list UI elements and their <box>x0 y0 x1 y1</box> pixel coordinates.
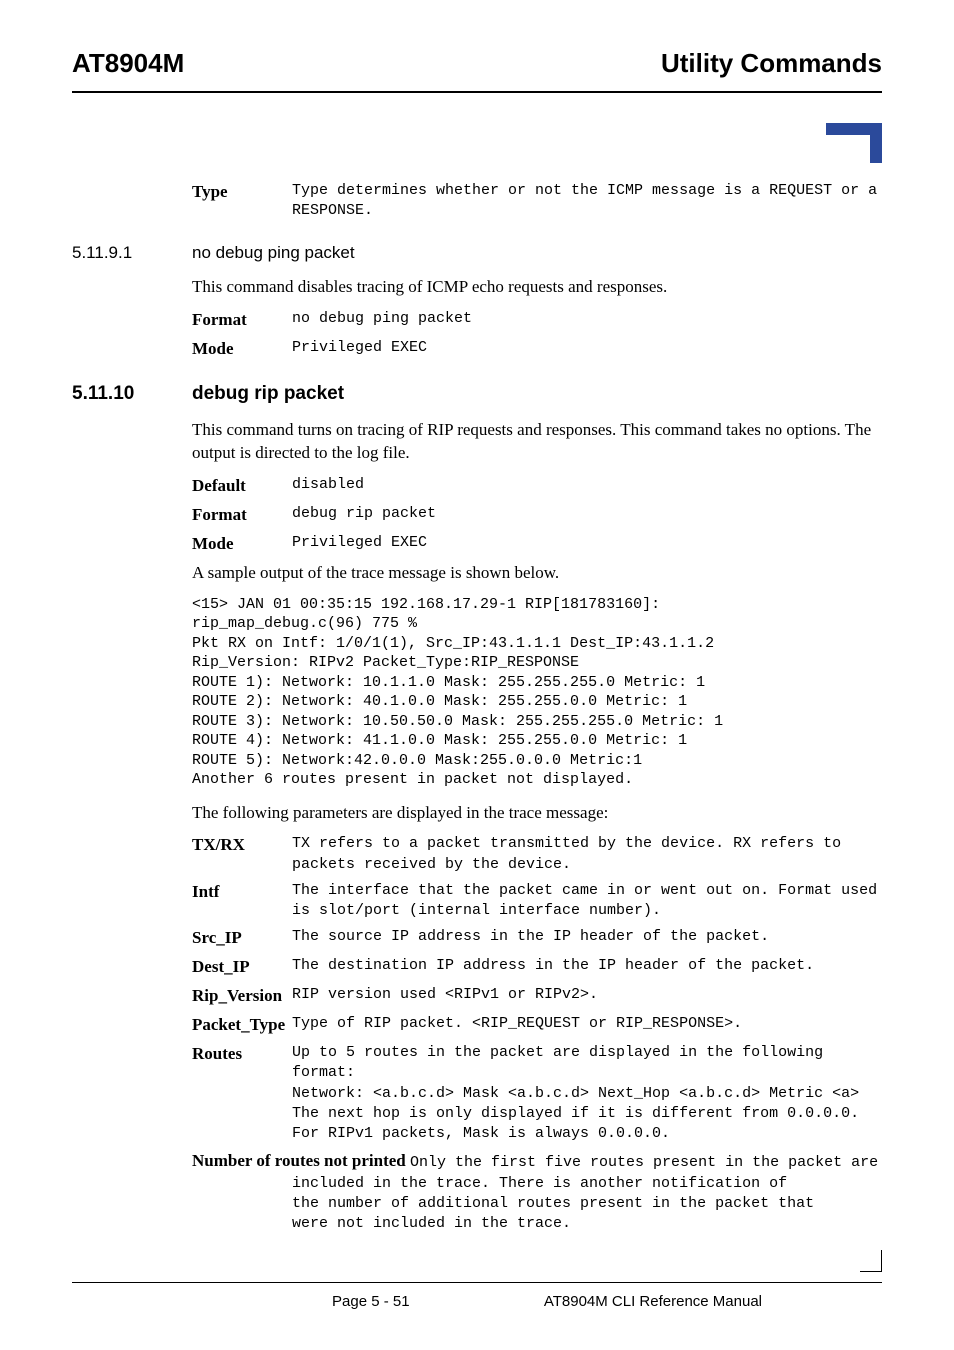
param-row-6: RoutesUp to 5 routes in the packet are d… <box>192 1043 882 1144</box>
section-51191-intro: This command disables tracing of ICMP ec… <box>192 276 882 299</box>
s51110-row-1-label: Format <box>192 504 292 527</box>
sample-intro: A sample output of the trace message is … <box>192 562 882 585</box>
s51191-row-0-label: Format <box>192 309 292 332</box>
param-row-0-label: TX/RX <box>192 834 292 875</box>
page-header: AT8904M Utility Commands <box>72 48 882 91</box>
param-row-5-value: Type of RIP packet. <RIP_REQUEST or RIP_… <box>292 1014 742 1037</box>
last-param-value-cont-3: were not included in the trace. <box>292 1214 882 1234</box>
last-param-value-cont-2: the number of additional routes present … <box>292 1194 882 1214</box>
param-row-0: TX/RXTX refers to a packet transmitted b… <box>192 834 882 875</box>
footer-doc: AT8904M CLI Reference Manual <box>544 1293 762 1310</box>
param-row-2-value: The source IP address in the IP header o… <box>292 927 769 950</box>
corner-mark-icon <box>860 1250 882 1272</box>
footer-rule <box>72 1282 882 1283</box>
s51191-row-1-value: Privileged EXEC <box>292 338 427 361</box>
param-row-2-label: Src_IP <box>192 927 292 950</box>
s51191-row-1-label: Mode <box>192 338 292 361</box>
page-footer: Page 5 - 51 AT8904M CLI Reference Manual <box>72 1250 882 1310</box>
type-row: Type Type determines whether or not the … <box>192 181 882 222</box>
s51110-row-1-value: debug rip packet <box>292 504 436 527</box>
param-row-4-label: Rip_Version <box>192 985 292 1008</box>
header-rule <box>72 91 882 93</box>
params-intro: The following parameters are displayed i… <box>192 802 882 825</box>
sample-output: <15> JAN 01 00:35:15 192.168.17.29-1 RIP… <box>192 595 882 790</box>
s51191-row-0: Formatno debug ping packet <box>192 309 882 332</box>
section-51110-title: debug rip packet <box>192 381 344 407</box>
param-row-4: Rip_VersionRIP version used <RIPv1 or RI… <box>192 985 882 1008</box>
corner-logo-icon <box>826 123 882 163</box>
param-row-5: Packet_TypeType of RIP packet. <RIP_REQU… <box>192 1014 882 1037</box>
param-row-1-value: The interface that the packet came in or… <box>292 881 882 922</box>
last-param: Number of routes not printed Only the fi… <box>192 1150 882 1234</box>
type-label: Type <box>192 181 292 222</box>
s51191-row-1: ModePrivileged EXEC <box>192 338 882 361</box>
s51110-row-2-label: Mode <box>192 533 292 556</box>
section-51191-title: no debug ping packet <box>192 242 355 265</box>
section-51191-num: 5.11.9.1 <box>72 242 192 265</box>
type-value: Type determines whether or not the ICMP … <box>292 181 882 222</box>
param-row-3-label: Dest_IP <box>192 956 292 979</box>
s51110-row-2-value: Privileged EXEC <box>292 533 427 556</box>
s51110-row-2: ModePrivileged EXEC <box>192 533 882 556</box>
param-row-6-label: Routes <box>192 1043 292 1144</box>
s51110-row-0: Defaultdisabled <box>192 475 882 498</box>
last-param-value-cont-1: included in the trace. There is another … <box>292 1174 882 1194</box>
param-row-0-value: TX refers to a packet transmitted by the… <box>292 834 882 875</box>
footer-corner <box>72 1250 882 1272</box>
param-row-3: Dest_IPThe destination IP address in the… <box>192 956 882 979</box>
param-row-2: Src_IPThe source IP address in the IP he… <box>192 927 882 950</box>
section-51110-head: 5.11.10 debug rip packet <box>72 381 882 407</box>
page-body: Type Type determines whether or not the … <box>192 181 882 1234</box>
section-51110-num: 5.11.10 <box>72 381 192 407</box>
param-row-4-value: RIP version used <RIPv1 or RIPv2>. <box>292 985 598 1008</box>
s51110-row-1: Formatdebug rip packet <box>192 504 882 527</box>
param-row-6-value: Up to 5 routes in the packet are display… <box>292 1043 882 1144</box>
footer-page: Page 5 - 51 <box>332 1293 410 1310</box>
header-right: Utility Commands <box>661 48 882 79</box>
param-row-3-value: The destination IP address in the IP hea… <box>292 956 814 979</box>
section-51110-intro: This command turns on tracing of RIP req… <box>192 419 882 465</box>
s51110-row-0-label: Default <box>192 475 292 498</box>
param-row-1: IntfThe interface that the packet came i… <box>192 881 882 922</box>
last-param-value: Only the first five routes present in th… <box>410 1154 878 1171</box>
s51191-row-0-value: no debug ping packet <box>292 309 472 332</box>
s51110-row-0-value: disabled <box>292 475 364 498</box>
logo-area <box>72 123 882 163</box>
param-row-5-label: Packet_Type <box>192 1014 292 1037</box>
header-left: AT8904M <box>72 48 184 79</box>
param-row-1-label: Intf <box>192 881 292 922</box>
section-51191-head: 5.11.9.1 no debug ping packet <box>72 242 882 265</box>
last-param-label: Number of routes not printed <box>192 1151 406 1170</box>
